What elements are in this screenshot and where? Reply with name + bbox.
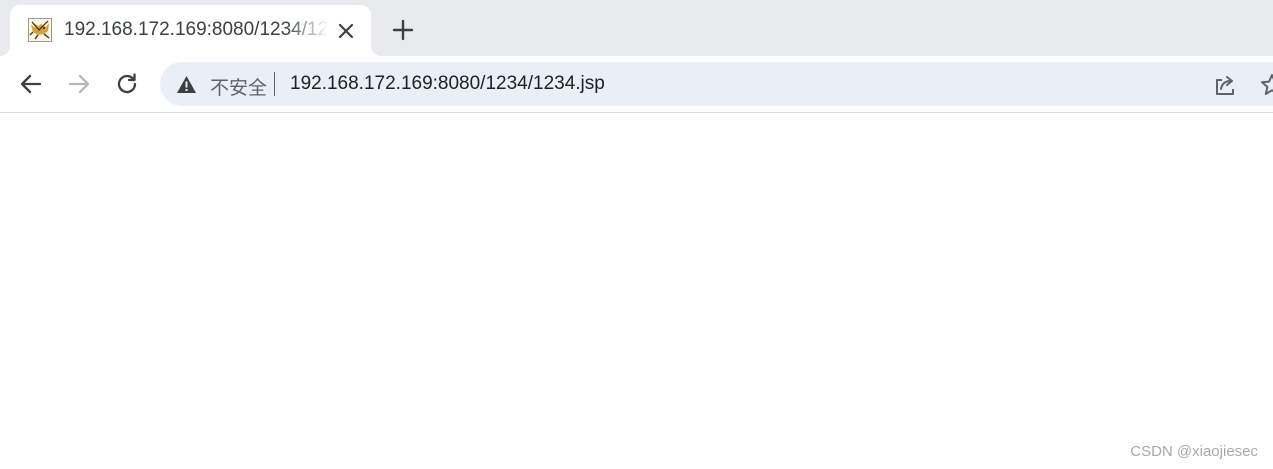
security-label: 不安全 bbox=[210, 77, 268, 99]
warning-triangle-icon bbox=[176, 75, 197, 94]
page-viewport: CSDN @xiaojiesec bbox=[0, 113, 1273, 469]
toolbar: 不安全 192.168.172.169:8080/1234/1234.jsp bbox=[0, 56, 1273, 113]
close-icon[interactable] bbox=[335, 20, 357, 42]
address-bar[interactable]: 不安全 192.168.172.169:8080/1234/1234.jsp bbox=[160, 62, 1273, 106]
reload-icon[interactable] bbox=[113, 70, 141, 98]
url-text[interactable]: 192.168.172.169:8080/1234/1234.jsp bbox=[290, 73, 605, 95]
watermark: CSDN @xiaojiesec bbox=[1130, 443, 1258, 460]
plus-icon[interactable] bbox=[390, 17, 416, 43]
tab-title: 192.168.172.169:8080/1234/1234.jsp bbox=[64, 19, 328, 40]
browser-window: 192.168.172.169:8080/1234/1234.jsp bbox=[0, 0, 1273, 469]
tomcat-icon bbox=[28, 18, 52, 42]
omnibox-divider bbox=[274, 72, 275, 96]
active-tab[interactable]: 192.168.172.169:8080/1234/1234.jsp bbox=[10, 5, 371, 56]
tab-strip: 192.168.172.169:8080/1234/1234.jsp bbox=[0, 0, 1273, 56]
star-icon[interactable] bbox=[1259, 72, 1273, 98]
arrow-left-icon[interactable] bbox=[17, 70, 45, 98]
arrow-right-icon[interactable] bbox=[65, 70, 93, 98]
share-icon[interactable] bbox=[1212, 72, 1238, 98]
